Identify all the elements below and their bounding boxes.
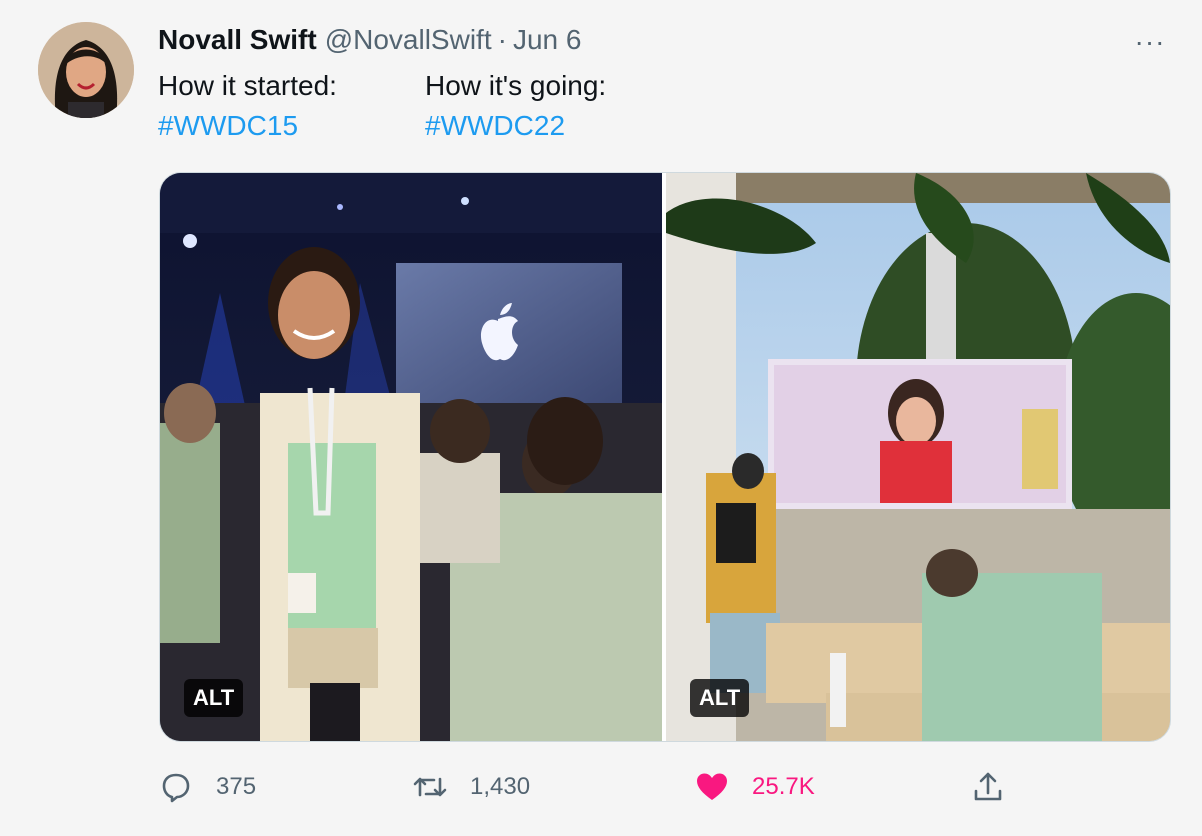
alt-badge-right[interactable]: ALT [690,679,750,717]
heart-icon [697,773,727,800]
more-button[interactable]: ··· [1128,26,1172,57]
reply-button[interactable]: 375 [158,764,256,810]
photo-wwdc22[interactable]: ALT [666,173,1170,741]
hashtag-wwdc22[interactable]: #WWDC22 [425,106,606,146]
caption-right: How it's going: [425,70,607,101]
retweet-count: 1,430 [470,773,531,800]
retweet-button[interactable]: 1,430 [412,764,530,810]
tweet-card[interactable]: Novall Swift @NovallSwift · Jun 6 ··· Ho… [0,0,1202,836]
share-icon [974,772,1002,801]
photo-wwdc15[interactable]: ALT [160,173,662,741]
more-dots-icon: ··· [1134,26,1166,57]
tweet-text-right: How it's going: #WWDC22 [425,66,606,146]
retweet-icon [413,777,447,797]
like-button[interactable]: 25.7K [694,764,815,810]
reply-count: 375 [216,773,257,800]
reply-icon [162,773,190,803]
avatar-image [38,22,134,118]
avatar[interactable] [38,22,134,118]
separator-dot: · [497,24,507,55]
share-button[interactable] [970,764,1006,810]
media-grid: ALT ALT [159,172,1171,742]
action-bar: 375 1,430 25.7K [158,764,1178,810]
tweet-date[interactable]: Jun 6 [513,24,582,56]
photo-wwdc15-image [160,173,662,741]
author-handle[interactable]: @NovallSwift [325,24,492,56]
hashtag-wwdc15[interactable]: #WWDC15 [158,106,337,146]
like-count: 25.7K [752,773,815,800]
tweet-text-left: How it started: #WWDC15 [158,66,337,146]
caption-left: How it started: [158,70,337,101]
author-name[interactable]: Novall Swift [158,24,317,56]
photo-wwdc22-image [666,173,1170,741]
tweet-header: Novall Swift @NovallSwift · Jun 6 [158,24,581,64]
alt-badge-left[interactable]: ALT [184,679,244,717]
